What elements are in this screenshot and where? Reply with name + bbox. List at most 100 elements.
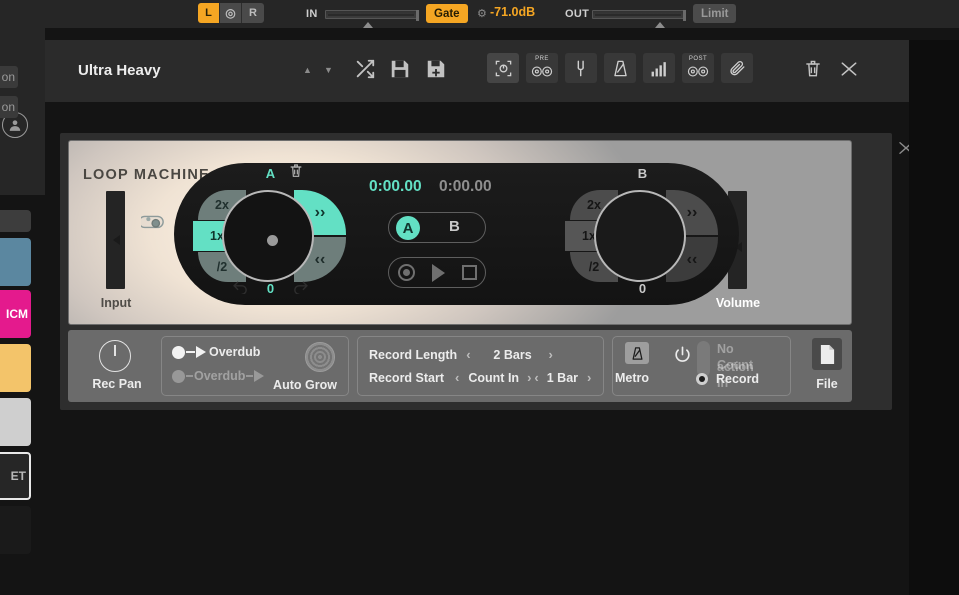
pre-label: PRE	[535, 56, 549, 62]
control-capsule: A 2x 1x /2 ›› ‹‹ 0 0:00.00 0:00.00 A B B…	[174, 163, 739, 305]
record-length-prev[interactable]: ‹	[466, 347, 470, 362]
tape-icon	[531, 66, 553, 77]
channel-mode-group[interactable]: L ◎ R	[198, 3, 264, 23]
undo-icon	[233, 281, 247, 295]
metro-label: Metro	[615, 371, 650, 385]
input-fader-label: Input	[100, 296, 132, 310]
delete-track-button[interactable]	[803, 59, 823, 84]
track-header: Ultra Heavy ▲ ▼ PRE POST	[45, 40, 909, 102]
overdub-forward-option[interactable]: Overdub	[172, 345, 260, 359]
metro-power-button[interactable]	[673, 345, 692, 369]
sidebar-swatch-1[interactable]	[0, 238, 31, 286]
input-fader-knob[interactable]	[113, 235, 120, 245]
metronome-icon	[613, 60, 627, 76]
limit-button[interactable]: Limit	[693, 4, 737, 23]
record-start-prev[interactable]: ‹	[455, 370, 459, 385]
record-settings-group: Record Length ‹ 2 Bars › Record Start ‹ …	[357, 336, 604, 396]
channel-left-label: L	[205, 7, 212, 19]
overdub-line2-icon	[246, 374, 254, 378]
post-label: POST	[688, 56, 708, 62]
analyzer-button[interactable]	[643, 53, 675, 83]
sidebar-chip-1[interactable]: on	[0, 66, 18, 88]
action-option-record[interactable]: Record	[696, 372, 759, 386]
sidebar-swatch-2[interactable]: ICM	[0, 290, 31, 338]
loop-a-undo-button[interactable]	[232, 279, 249, 298]
ab-selector[interactable]: A B	[388, 212, 486, 243]
ab-select-b[interactable]: B	[449, 218, 460, 235]
preset-up-icon[interactable]: ▲	[303, 65, 312, 75]
capture-icon	[495, 60, 511, 76]
metro-toggle[interactable]: Metro	[615, 342, 649, 385]
overdub-arrow-icon	[196, 346, 206, 358]
record-start-prev2[interactable]: ‹	[534, 370, 538, 385]
time-secondary: 0:00.00	[439, 178, 492, 195]
pre-fx-button[interactable]: PRE	[526, 53, 558, 83]
routing-icon[interactable]	[138, 211, 165, 236]
record-start-label: Record Start	[369, 370, 445, 385]
preset-down-icon[interactable]: ▼	[324, 65, 333, 75]
record-start-value2: 1 Bar	[546, 370, 579, 385]
left-sidebar: on on ICM ET	[0, 28, 45, 595]
shuffle-icon[interactable]	[354, 58, 376, 85]
top-meter-bar: L ◎ R IN Gate ⚙ -71.0dB OUT Limit	[0, 0, 959, 28]
loop-a-ring-indicator	[267, 235, 278, 246]
loop-b-title: B	[637, 166, 648, 181]
redo-icon	[294, 281, 308, 295]
overdub-line-icon	[186, 374, 193, 378]
record-start-row: Record Start ‹ Count In › ‹ 1 Bar ›	[369, 370, 591, 385]
metronome-button[interactable]	[604, 53, 636, 83]
center-section: 0:00.00 0:00.00 A B	[367, 163, 542, 305]
trash-icon	[806, 60, 820, 77]
overdub-reverse-option[interactable]: Overdub	[172, 369, 265, 383]
record-start-next[interactable]: ›	[527, 370, 531, 385]
channel-link-button[interactable]: ◎	[220, 3, 242, 23]
right-gutter	[909, 40, 959, 595]
overdub-dot-icon	[172, 345, 185, 359]
collapse-icon	[841, 62, 857, 76]
tuner-button[interactable]	[565, 53, 597, 83]
page-title: Ultra Heavy	[78, 62, 161, 79]
loop-b-value: 0	[638, 281, 647, 296]
loop-a-title: A	[265, 166, 276, 181]
record-button[interactable]	[397, 264, 415, 281]
sidebar-swatch-6[interactable]	[0, 506, 31, 554]
play-button[interactable]	[431, 263, 445, 282]
post-fx-button[interactable]: POST	[682, 53, 714, 83]
gate-threshold-value: -71.0dB	[490, 5, 536, 19]
collapse-track-button[interactable]	[839, 60, 859, 83]
channel-right-button[interactable]: R	[242, 3, 264, 23]
rec-pan-group: Rec Pan	[80, 338, 154, 394]
file-button[interactable]	[812, 338, 842, 370]
loop-b-knob-group: B 2x 1x /2 ›› ‹‹ 0	[556, 166, 729, 296]
ab-select-a[interactable]: A	[396, 216, 420, 240]
output-gain-slider[interactable]	[592, 5, 688, 28]
loop-a-delete-button[interactable]	[288, 163, 304, 184]
rec-pan-knob[interactable]	[99, 340, 131, 372]
gate-button[interactable]: Gate	[426, 4, 468, 23]
loop-a-redo-button[interactable]	[292, 279, 309, 298]
save-as-icon[interactable]	[425, 58, 447, 85]
record-start-next2[interactable]: ›	[587, 370, 591, 385]
loop-a-knob-group: A 2x 1x /2 ›› ‹‹ 0	[184, 164, 357, 296]
auto-grow-knob[interactable]	[305, 342, 335, 372]
gate-settings-icon[interactable]: ⚙	[477, 7, 487, 20]
metro-group: Metro No action Count In Record	[612, 336, 791, 396]
record-length-next[interactable]: ›	[549, 347, 553, 362]
output-gain-label: OUT	[565, 8, 590, 20]
loop-b-ring[interactable]	[594, 190, 686, 282]
sidebar-chip-2[interactable]: on	[0, 96, 18, 118]
save-icon[interactable]	[389, 58, 411, 85]
sidebar-swatch-5[interactable]: ET	[0, 452, 31, 500]
sidebar-swatch-0[interactable]	[0, 210, 31, 232]
file-icon	[820, 344, 834, 364]
sidebar-swatch-3[interactable]	[0, 344, 31, 392]
input-gain-label: IN	[306, 8, 318, 20]
stop-button[interactable]	[461, 265, 477, 280]
loop-a-ring[interactable]	[222, 190, 314, 282]
capture-button[interactable]	[487, 53, 519, 83]
channel-left-button[interactable]: L	[198, 3, 220, 23]
input-gain-slider[interactable]	[325, 5, 421, 28]
record-icon	[402, 269, 410, 276]
attach-button[interactable]	[721, 53, 753, 83]
sidebar-swatch-4[interactable]	[0, 398, 31, 446]
